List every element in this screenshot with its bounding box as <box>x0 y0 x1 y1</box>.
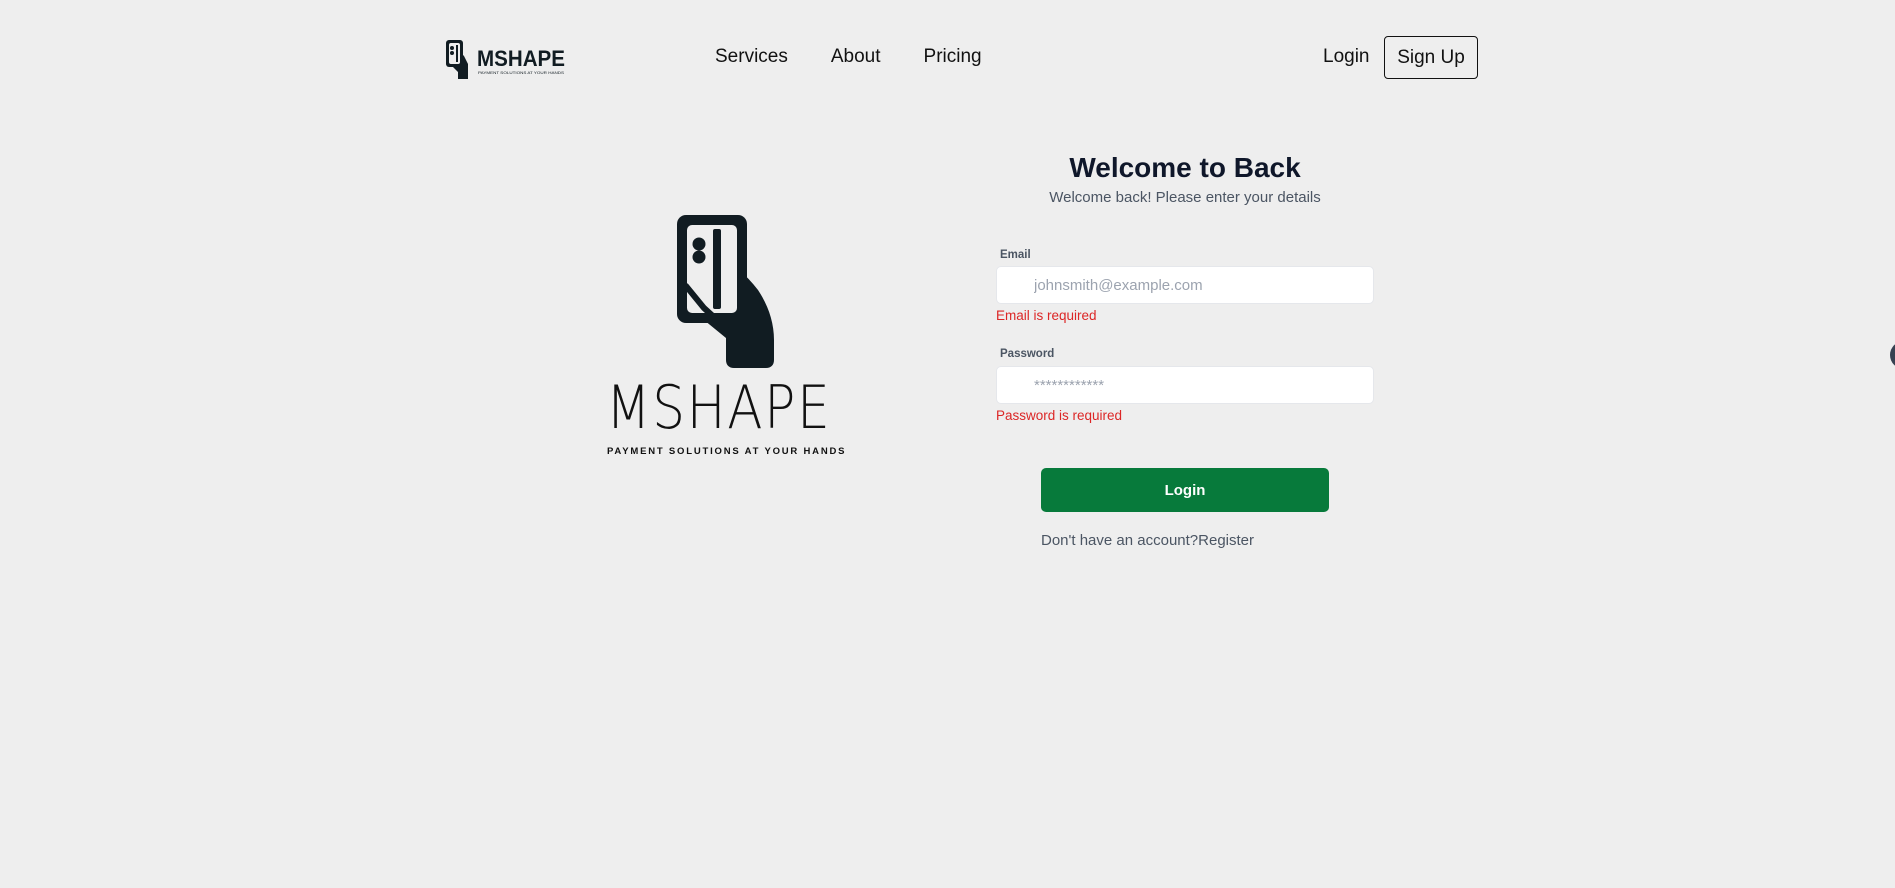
brand-name: MSHAPE <box>606 373 832 443</box>
logo-wordmark: MSHAPE <box>477 46 565 71</box>
password-label: Password <box>1000 348 1055 360</box>
email-error: Email is required <box>996 308 1097 323</box>
main-nav: Services About Pricing <box>715 46 982 68</box>
login-submit-button[interactable]: Login <box>1041 468 1329 512</box>
header-logo[interactable]: MSHAPE PAYMENT SOLUTIONS AT YOUR HANDS <box>444 38 568 82</box>
email-label: Email <box>1000 249 1031 261</box>
header-login-link[interactable]: Login <box>1323 46 1370 68</box>
password-field-wrapper <box>996 366 1374 404</box>
card-in-hand-icon <box>677 215 774 368</box>
no-account-text: Don't have an account? <box>1041 532 1199 549</box>
password-error: Password is required <box>996 408 1123 423</box>
page: MSHAPE PAYMENT SOLUTIONS AT YOUR HANDS S… <box>0 0 1895 888</box>
form-subtitle: Welcome back! Please enter your details <box>1049 189 1321 206</box>
email-field-wrapper <box>996 266 1374 304</box>
brand-tagline: PAYMENT SOLUTIONS AT YOUR HANDS <box>607 446 847 457</box>
login-form: Welcome to Back Welcome back! Please ent… <box>996 152 1374 549</box>
password-input[interactable] <box>997 367 1373 403</box>
logo-tagline: PAYMENT SOLUTIONS AT YOUR HANDS <box>478 71 565 75</box>
email-input[interactable] <box>997 267 1373 303</box>
form-title: Welcome to Back <box>1069 152 1301 183</box>
nav-link-services[interactable]: Services <box>715 46 788 68</box>
nav-link-pricing[interactable]: Pricing <box>924 46 982 68</box>
card-in-hand-logo-icon: MSHAPE PAYMENT SOLUTIONS AT YOUR HANDS <box>446 40 565 79</box>
register-prompt: Don't have an account?Register <box>1041 532 1254 549</box>
nav-link-about[interactable]: About <box>831 46 881 68</box>
signup-button[interactable]: Sign Up <box>1384 36 1478 79</box>
floating-widget-button[interactable] <box>1890 341 1895 369</box>
register-link[interactable]: Register <box>1198 532 1254 549</box>
